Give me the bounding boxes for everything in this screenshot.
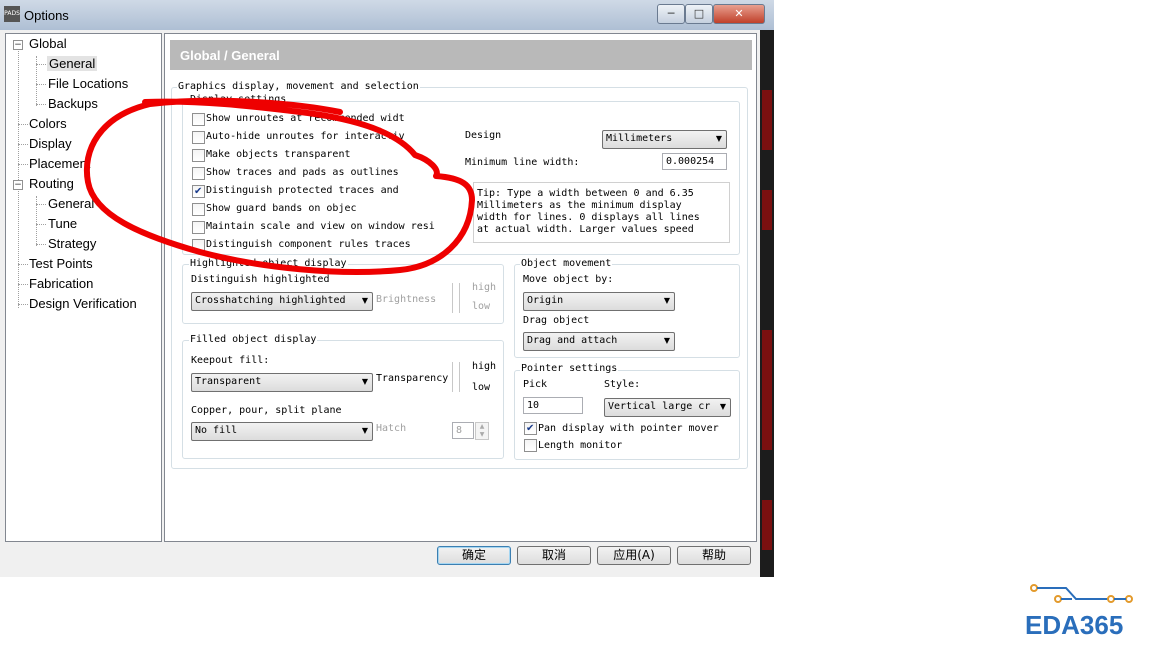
eda365-logo-text: EDA365 (1025, 610, 1124, 640)
eda365-circuit-logo-icon (1030, 584, 1133, 603)
red-annotation-circle (84, 97, 475, 275)
